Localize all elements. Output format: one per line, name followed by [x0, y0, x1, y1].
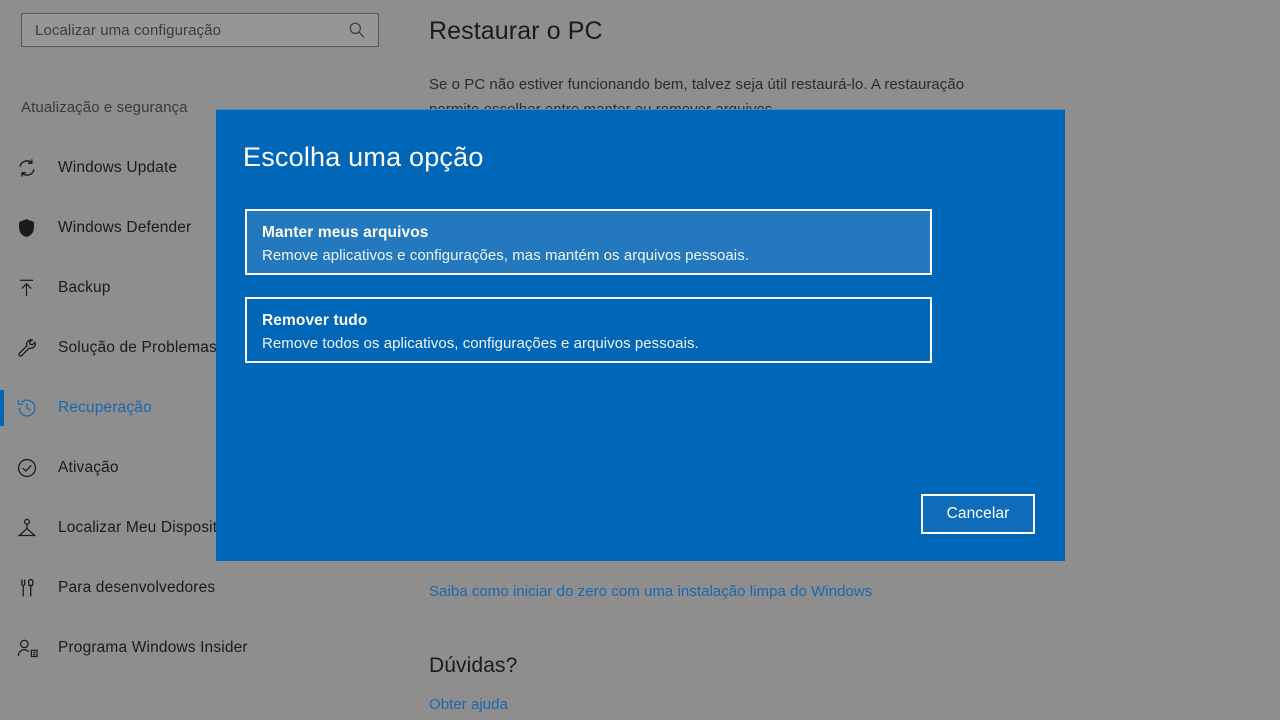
cancel-button[interactable]: Cancelar [921, 494, 1035, 534]
sync-icon [16, 155, 46, 181]
check-circle-icon [16, 455, 46, 481]
search-input[interactable]: Localizar uma configuração [21, 13, 379, 47]
search-icon [348, 21, 366, 39]
page-title: Restaurar o PC [429, 17, 603, 45]
option-description: Remove aplicativos e configurações, mas … [262, 247, 749, 264]
dialog-title: Escolha uma opção [243, 142, 484, 172]
sidebar-item-label: Backup [58, 279, 111, 296]
option-keep-my-files[interactable]: Manter meus arquivos Remove aplicativos … [245, 209, 932, 275]
person-badge-icon [16, 635, 46, 661]
shield-icon [16, 215, 46, 241]
search-input-text: Localizar uma configuração [35, 21, 222, 39]
get-help-link[interactable]: Obter ajuda [429, 696, 508, 713]
option-description: Remove todos os aplicativos, configuraçõ… [262, 335, 699, 352]
tools-icon [16, 575, 46, 601]
sidebar-item-para-desenvolvedores[interactable]: Para desenvolvedores [0, 558, 420, 618]
sidebar-item-label: Solução de Problemas [58, 339, 217, 356]
option-title: Manter meus arquivos [262, 224, 429, 241]
option-remove-everything[interactable]: Remover tudo Remove todos os aplicativos… [245, 297, 932, 363]
sidebar-item-label: Windows Update [58, 159, 178, 176]
sidebar-item-label: Recuperação [58, 399, 152, 416]
history-clock-icon [16, 395, 46, 421]
sidebar-item-programa-windows-insider[interactable]: Programa Windows Insider [0, 618, 420, 678]
location-pin-icon [16, 515, 46, 541]
sidebar-item-label: Ativação [58, 459, 119, 476]
choose-option-dialog: Escolha uma opção Manter meus arquivos R… [216, 109, 1065, 561]
clean-install-link[interactable]: Saiba como iniciar do zero com uma insta… [429, 583, 872, 600]
sidebar-item-label: Localizar Meu Dispositivo [58, 519, 238, 536]
questions-heading: Dúvidas? [429, 654, 518, 677]
sidebar-item-label: Programa Windows Insider [58, 639, 248, 656]
sidebar-item-label: Windows Defender [58, 219, 192, 236]
upload-arrow-icon [16, 275, 46, 301]
wrench-icon [16, 335, 46, 361]
sidebar-item-label: Para desenvolvedores [58, 579, 216, 596]
nav-category-label: Atualização e segurança [21, 99, 188, 116]
option-title: Remover tudo [262, 312, 368, 329]
